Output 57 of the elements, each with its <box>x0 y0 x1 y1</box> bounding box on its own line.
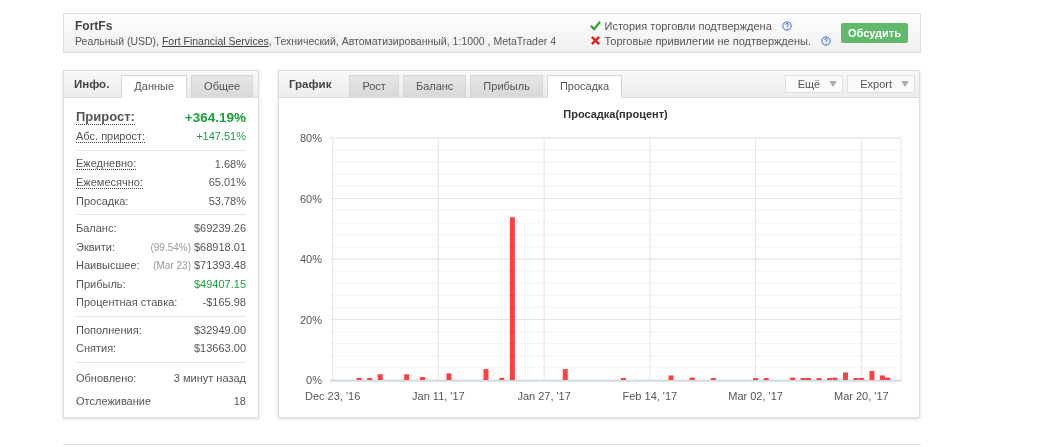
x-tick-label: Mar 02, '17 <box>728 390 783 402</box>
tab[interactable]: Рост <box>349 75 399 97</box>
stat-label: Эквити: <box>76 240 115 253</box>
verification-text: История торговли подтверждена <box>604 19 772 32</box>
stat-value: $13663.00 <box>194 342 246 355</box>
x-tick-label: Jan 27, '17 <box>517 390 571 402</box>
stat-label: Ежедневно: <box>76 157 137 171</box>
tab[interactable]: Баланс <box>402 75 467 97</box>
panel-label: График <box>288 78 333 92</box>
tab[interactable]: Данные <box>121 75 188 98</box>
broker-link[interactable]: Fort Financial Services <box>161 35 269 47</box>
stat-label: Прирост: <box>76 109 135 125</box>
y-tick-label: 40% <box>299 253 322 265</box>
stat-value: 65.01% <box>208 176 246 189</box>
stat-value: +147.51% <box>196 130 246 143</box>
stat-value: 53.78% <box>208 194 246 207</box>
panel-label: Инфо. <box>73 78 111 92</box>
stat-label: Баланс: <box>76 222 117 235</box>
stat-label: Абс. прирост: <box>76 129 146 143</box>
stat-value: $49407.15 <box>194 277 246 290</box>
stat-label: Ежемесячно: <box>76 175 143 189</box>
stat-value: $71393.48 <box>194 259 246 272</box>
stat-note: (99.54%) <box>150 241 191 253</box>
y-tick-label: 60% <box>299 192 322 205</box>
x-tick-label: Dec 23, '16 <box>305 390 361 402</box>
stat-label: Пополнения: <box>76 323 142 336</box>
stat-value: 3 минут назад <box>173 372 246 384</box>
account-details: Реальный (USD), Fort Financial Services, Технический, Автоматизированный, 1:1000 , MetaTrader 4 <box>75 35 558 47</box>
stat-value: +364.19% <box>184 109 246 125</box>
stat-label: Наивысшее: <box>76 259 140 272</box>
dropdown-button[interactable]: Ещё <box>784 75 844 93</box>
account-title: FortFs <box>75 19 114 33</box>
stat-value: $32949.00 <box>194 323 246 336</box>
y-tick-label: 20% <box>299 313 322 326</box>
stat-value: $68918.01 <box>194 240 246 253</box>
y-tick-label: 80% <box>299 132 322 144</box>
x-tick-label: Feb 14, '17 <box>622 390 678 402</box>
stat-value: 18 <box>233 395 246 407</box>
stat-label: Прибыль: <box>76 277 126 290</box>
x-tick-label: Mar 20, '17 <box>834 390 889 402</box>
stat-note: (Mar 23) <box>153 260 191 272</box>
tab[interactable]: Общее <box>191 75 254 97</box>
tab[interactable]: Прибыль <box>470 75 543 97</box>
stat-value: 1.68% <box>214 157 246 170</box>
stat-label: Отслеживание <box>76 395 152 407</box>
stat-value: -$165.98 <box>202 296 246 309</box>
stat-label: Просадка: <box>76 194 129 207</box>
chart-title: Просадка(процент) <box>563 108 668 120</box>
verification-text: Торговые привилегии не подтверждены. <box>604 34 811 47</box>
tab[interactable]: Просадка <box>546 75 623 98</box>
stat-label: Процентная ставка: <box>76 296 178 309</box>
stat-label: Снятия: <box>76 342 117 355</box>
stat-label: Обновлено: <box>76 372 137 384</box>
stat-value: $69239.26 <box>194 222 246 235</box>
y-tick-label: 0% <box>306 374 322 386</box>
x-tick-label: Jan 11, '17 <box>412 390 465 402</box>
dropdown-button[interactable]: Export <box>847 75 915 93</box>
